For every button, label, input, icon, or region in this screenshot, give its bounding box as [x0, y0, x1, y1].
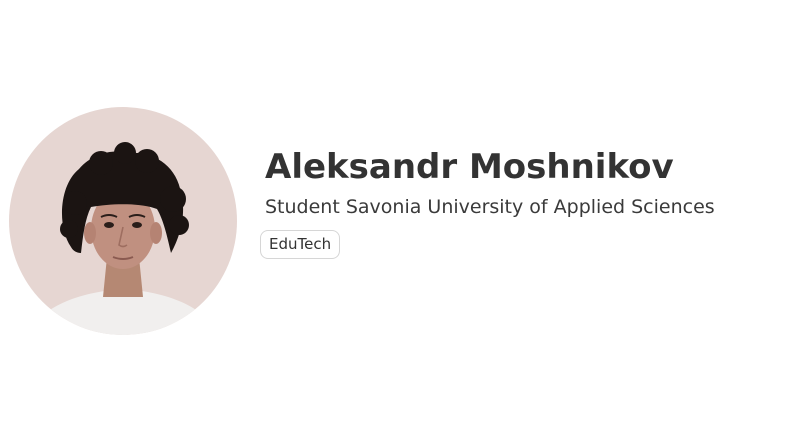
profile-subtitle: Student Savonia University of Applied Sc… — [265, 196, 715, 218]
tag-edutech[interactable]: EduTech — [260, 230, 341, 259]
profile-name: Aleksandr Moshnikov — [265, 147, 674, 187]
profile-photo-icon — [9, 107, 237, 335]
profile-card: Aleksandr Moshnikov Student Savonia Univ… — [0, 0, 800, 443]
avatar[interactable] — [9, 107, 237, 335]
